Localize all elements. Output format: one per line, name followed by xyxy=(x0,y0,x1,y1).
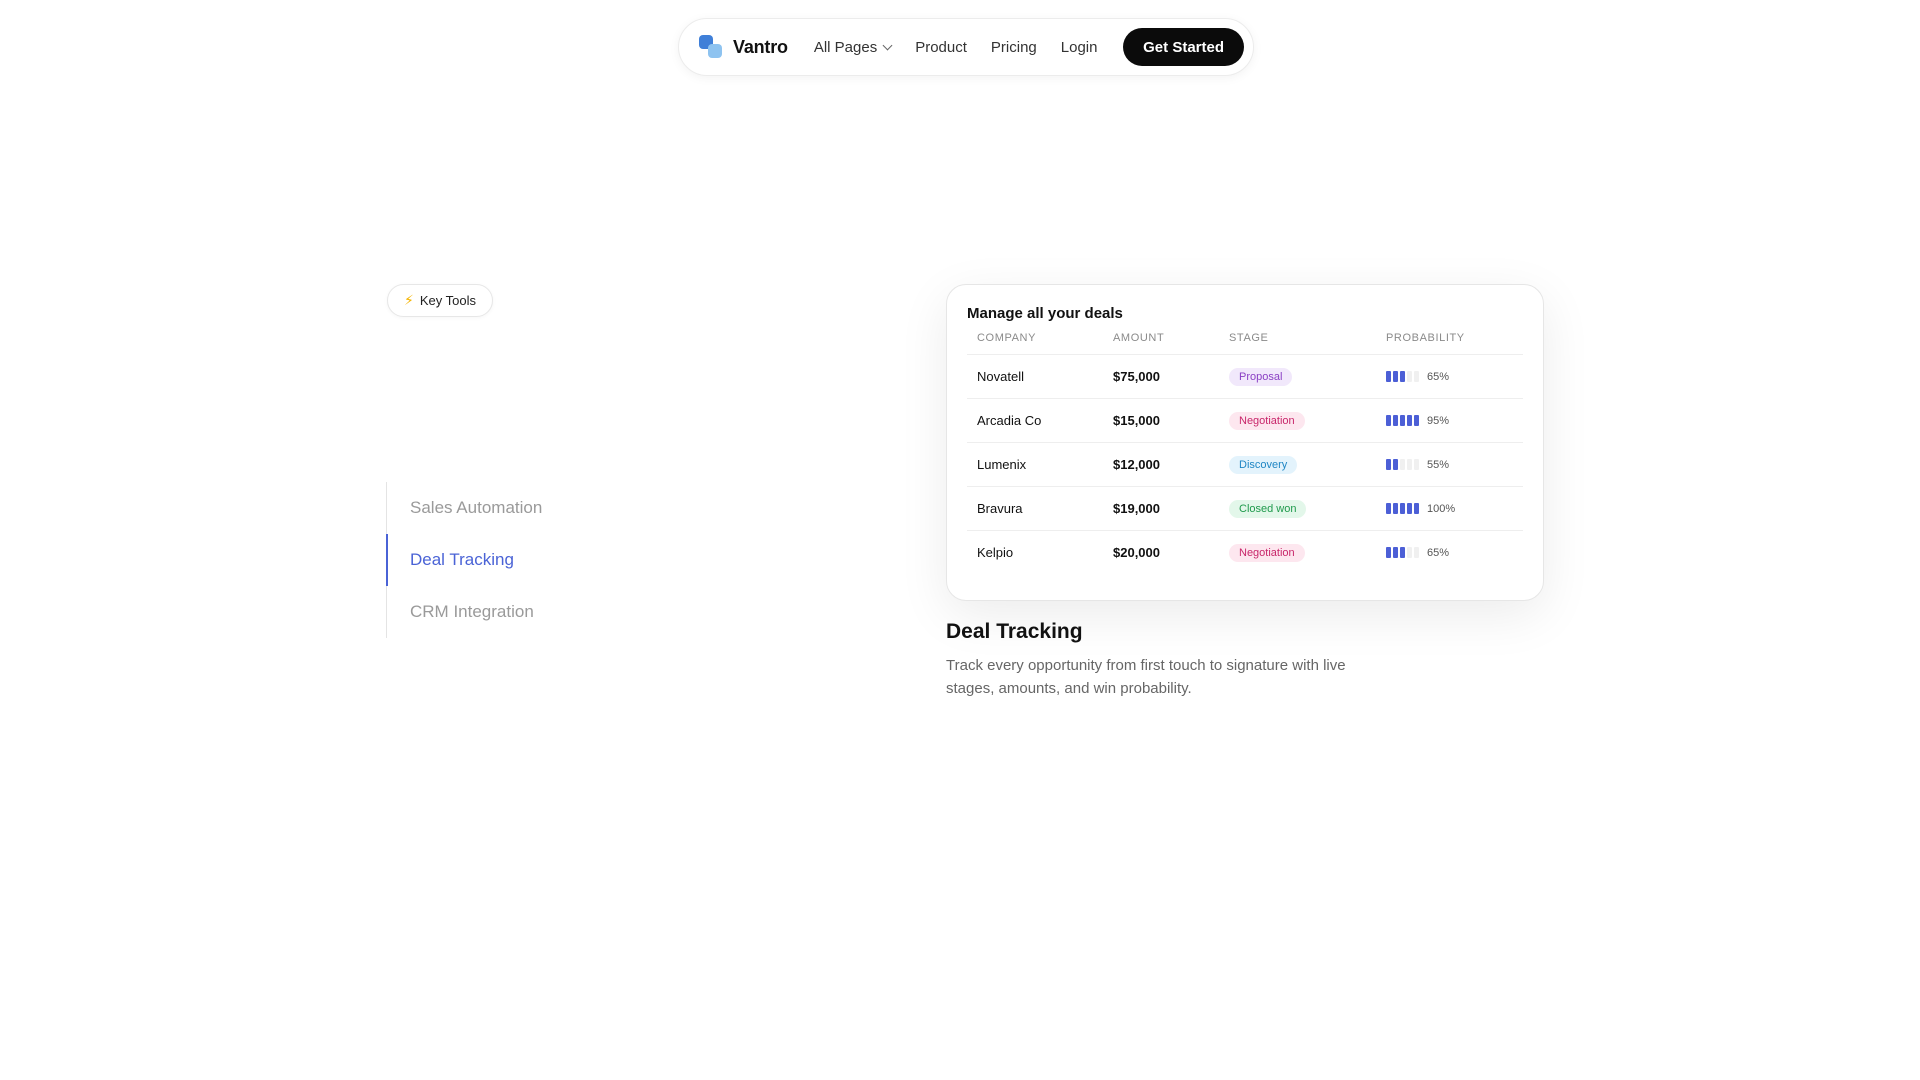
column-header-stage: STAGE xyxy=(1219,332,1376,355)
probability-bar-segment xyxy=(1414,459,1419,470)
probability-bar-segment xyxy=(1414,547,1419,559)
stage-cell: Proposal xyxy=(1219,354,1376,399)
probability-bar-segment xyxy=(1407,371,1412,382)
amount-cell: $19,000 xyxy=(1103,486,1219,531)
stage-badge: Negotiation xyxy=(1229,543,1305,562)
probability-bar-segment xyxy=(1400,415,1405,426)
nav-all-pages[interactable]: All Pages xyxy=(813,38,893,56)
probability-cell: 100% xyxy=(1376,486,1523,531)
deals-table: COMPANY AMOUNT STAGE PROBABILITY Novatel… xyxy=(967,332,1523,575)
amount-cell: $75,000 xyxy=(1103,354,1219,399)
lightning-icon: ⚡ xyxy=(404,292,414,308)
probability-cell: 55% xyxy=(1376,442,1523,487)
probability-value: 65% xyxy=(1427,370,1450,383)
probability-bar-segment xyxy=(1386,547,1391,559)
company-cell: Lumenix xyxy=(967,442,1103,487)
stage-badge: Discovery xyxy=(1229,455,1298,474)
probability-cell: 95% xyxy=(1376,398,1523,443)
probability-meter xyxy=(1386,547,1419,559)
probability-bar-segment xyxy=(1386,503,1391,514)
deals-card: Manage all your deals COMPANY AMOUNT STA… xyxy=(946,284,1544,601)
table-row[interactable]: Bravura $19,000 Closed won 100% xyxy=(967,486,1523,531)
probability-bar-segment xyxy=(1414,503,1419,514)
stage-cell: Discovery xyxy=(1219,442,1376,487)
key-tools-label: Key Tools xyxy=(419,293,476,308)
probability-bar-segment xyxy=(1407,459,1412,470)
brand-logo[interactable]: Vantro xyxy=(699,35,788,59)
nav-pricing[interactable]: Pricing xyxy=(991,39,1037,56)
probability-bar-segment xyxy=(1393,503,1398,514)
nav-all-pages-label: All Pages xyxy=(813,38,878,56)
stage-badge: Negotiation xyxy=(1229,411,1305,430)
tab-deal-tracking[interactable]: Deal Tracking xyxy=(385,534,542,586)
feature-tabs: Sales Automation Deal Tracking CRM Integra… xyxy=(385,482,542,638)
probability-bar-segment xyxy=(1400,371,1405,382)
probability-meter xyxy=(1386,371,1419,382)
probability-bar-segment xyxy=(1386,415,1391,426)
probability-value: 100% xyxy=(1427,502,1456,515)
table-header-row: COMPANY AMOUNT STAGE PROBABILITY xyxy=(967,332,1523,355)
chevron-down-icon xyxy=(882,40,893,50)
probability-bar-segment xyxy=(1407,503,1412,514)
tab-crm-integration[interactable]: CRM Integration xyxy=(387,586,542,638)
brand-name: Vantro xyxy=(733,36,788,57)
stage-cell: Negotiation xyxy=(1219,398,1376,443)
probability-bar-segment xyxy=(1386,371,1391,382)
probability-cell: 65% xyxy=(1376,354,1523,399)
feature-description: Track every opportunity from first touch… xyxy=(946,657,1346,697)
probability-bar-segment xyxy=(1400,459,1405,470)
probability-cell: 65% xyxy=(1376,531,1523,575)
probability-value: 65% xyxy=(1427,546,1450,559)
stage-badge: Closed won xyxy=(1229,499,1307,518)
company-cell: Novatell xyxy=(967,354,1103,399)
probability-meter xyxy=(1386,415,1419,426)
amount-cell: $15,000 xyxy=(1103,398,1219,443)
table-row[interactable]: Arcadia Co $15,000 Negotiation 95% xyxy=(967,398,1523,443)
deals-card-title: Manage all your deals xyxy=(967,305,1123,322)
get-started-button[interactable]: Get Started xyxy=(1123,28,1244,66)
probability-bar-segment xyxy=(1414,415,1419,426)
probability-bar-segment xyxy=(1386,459,1391,470)
probability-meter xyxy=(1386,459,1419,470)
table-row[interactable]: Lumenix $12,000 Discovery 55% xyxy=(967,442,1523,487)
probability-bar-segment xyxy=(1400,503,1405,514)
probability-bar-segment xyxy=(1414,371,1419,382)
top-nav: Vantro All Pages Product Pricing Login G… xyxy=(678,18,1254,76)
company-cell: Arcadia Co xyxy=(967,398,1103,443)
key-tools-badge: ⚡ Key Tools xyxy=(387,284,493,317)
probability-value: 55% xyxy=(1427,458,1450,471)
brand-logo-icon xyxy=(699,35,723,59)
nav-product[interactable]: Product xyxy=(915,39,967,56)
tab-sales-automation[interactable]: Sales Automation xyxy=(387,482,542,534)
stage-cell: Negotiation xyxy=(1219,531,1376,575)
column-header-company: COMPANY xyxy=(967,332,1103,355)
probability-bar-segment xyxy=(1407,415,1412,426)
column-header-probability: PROBABILITY xyxy=(1376,332,1523,355)
probability-bar-segment xyxy=(1407,547,1412,559)
company-cell: Bravura xyxy=(967,486,1103,531)
stage-badge: Proposal xyxy=(1229,367,1293,386)
table-row[interactable]: Kelpio $20,000 Negotiation 65% xyxy=(967,531,1523,575)
probability-bar-segment xyxy=(1393,459,1398,470)
probability-value: 95% xyxy=(1427,414,1450,427)
stage-cell: Closed won xyxy=(1219,486,1376,531)
probability-bar-segment xyxy=(1393,415,1398,426)
nav-login[interactable]: Login xyxy=(1061,39,1098,56)
amount-cell: $12,000 xyxy=(1103,442,1219,487)
probability-bar-segment xyxy=(1393,547,1398,559)
column-header-amount: AMOUNT xyxy=(1103,332,1219,355)
probability-bar-segment xyxy=(1393,371,1398,382)
probability-meter xyxy=(1386,503,1419,514)
probability-bar-segment xyxy=(1400,547,1405,559)
company-cell: Kelpio xyxy=(977,545,1014,561)
feature-title: Deal Tracking xyxy=(946,620,1083,643)
table-row[interactable]: Novatell $75,000 Proposal 65% xyxy=(967,354,1523,399)
amount-cell: $20,000 xyxy=(1113,545,1160,561)
feature-description-block: Deal Tracking Track every opportunity fr… xyxy=(946,620,1396,700)
